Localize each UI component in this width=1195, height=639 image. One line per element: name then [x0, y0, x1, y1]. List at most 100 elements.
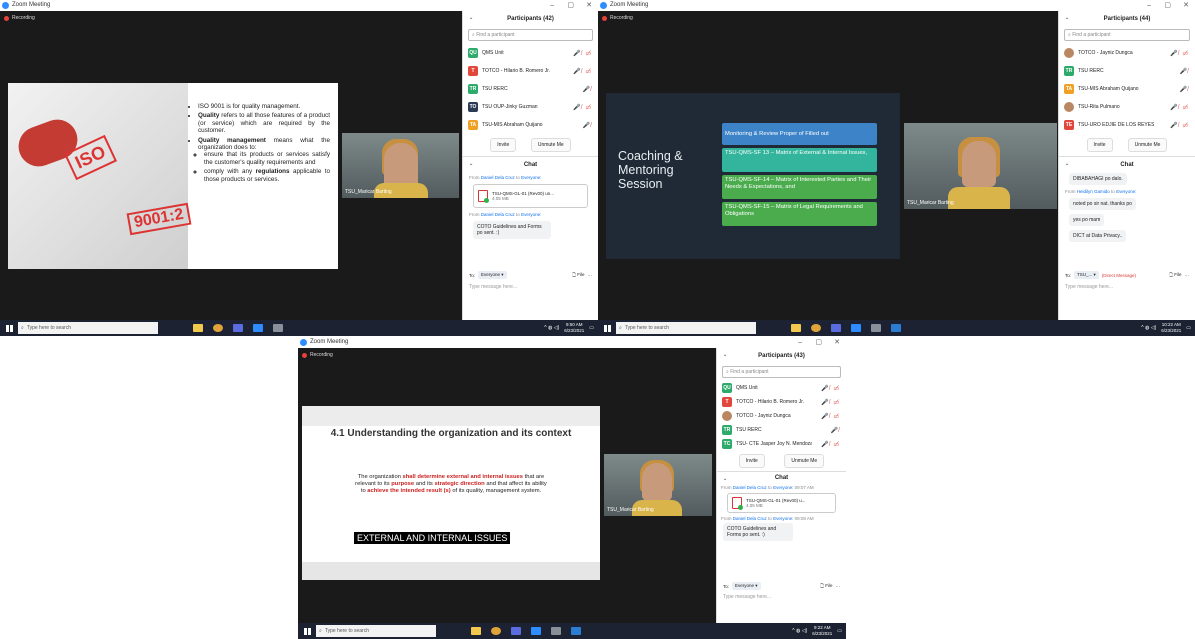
start-button[interactable]: [598, 320, 616, 336]
participant-row[interactable]: TOTCO - Jayniz Dungca 🎤̸ ▭̸: [717, 409, 846, 423]
app-title: Zoom Meeting: [610, 2, 649, 8]
muted-mic-icon: 🎤̸: [1179, 86, 1189, 93]
teams-icon[interactable]: [511, 627, 521, 635]
maximize-button[interactable]: ▢: [815, 337, 822, 348]
zoom-taskbar-icon[interactable]: [253, 324, 263, 332]
start-button[interactable]: [298, 623, 316, 639]
slide-bullets: ISO 9001 is for quality management. Qual…: [192, 103, 330, 185]
minimize-button[interactable]: –: [798, 337, 802, 348]
video-stage: Recording 4.1 Understanding the organiza…: [298, 348, 716, 623]
chevron-down-icon[interactable]: ⌄: [1065, 161, 1069, 167]
participant-row[interactable]: TC TSU- CTE Jasper Joy N. Mendoza 🎤̸ ▭̸: [717, 437, 846, 451]
clock[interactable]: 9:22 AM 6/23/2021: [812, 625, 832, 637]
maximize-button[interactable]: ▢: [567, 0, 574, 11]
participant-row[interactable]: TE TSU-URO EDJIE DE LOS REYES 🎤̸ ▭̸: [1059, 116, 1195, 134]
message-input[interactable]: Type message here...: [469, 284, 517, 290]
participant-row[interactable]: TR TSU RERC 🎤̸: [717, 423, 846, 437]
taskbar-search[interactable]: ⌕ Type here to search: [18, 322, 158, 334]
sub-bullet: comply with any regulations applicable t…: [204, 168, 330, 183]
participant-video[interactable]: TSU_Maricar Barting: [904, 123, 1057, 209]
app-icon[interactable]: [871, 324, 881, 332]
chevron-down-icon[interactable]: ⌄: [469, 15, 473, 21]
notification-icon[interactable]: ▭: [837, 628, 842, 634]
participant-video[interactable]: TSU_Maricar Barting: [342, 133, 459, 198]
invite-button[interactable]: Invite: [738, 454, 765, 468]
file-button[interactable]: 🗋 File: [820, 582, 832, 590]
tray-icons[interactable]: ^ ◍ ◁): [544, 325, 559, 331]
participant-row[interactable]: TR TSU RERC 🎤̸: [463, 80, 598, 98]
muted-mic-icon: 🎤̸ ▭̸: [1170, 104, 1189, 111]
taskbar-search[interactable]: ⌕ Type here to search: [316, 625, 436, 637]
chevron-down-icon[interactable]: ⌄: [1065, 15, 1069, 21]
close-button[interactable]: ✕: [1183, 0, 1189, 11]
participant-row[interactable]: QU QMS Unit 🎤̸ ▭̸: [717, 381, 846, 395]
unmute-me-button[interactable]: Unmute Me: [1127, 138, 1168, 152]
tray-icons[interactable]: ^ ◍ ◁): [792, 628, 807, 634]
recipient-select[interactable]: Everyone ▾: [732, 582, 761, 590]
more-button[interactable]: ···: [588, 273, 593, 278]
video-name-label: TSU_Maricar Barting: [907, 200, 954, 206]
unmute-me-button[interactable]: Unmute Me: [784, 454, 825, 468]
maximize-button[interactable]: ▢: [1164, 0, 1171, 11]
invite-button[interactable]: Invite: [1086, 138, 1113, 152]
word-icon[interactable]: [571, 627, 581, 635]
muted-mic-icon: 🎤̸ ▭̸: [821, 399, 840, 406]
notification-icon[interactable]: ▭: [1186, 325, 1191, 331]
file-button[interactable]: 🗋 File: [572, 271, 584, 279]
chrome-icon[interactable]: [811, 324, 821, 332]
unmute-me-button[interactable]: Unmute Me: [530, 138, 571, 152]
file-attachment[interactable]: TSU-QMS-GL-01 (Rev00) u... 4.05 MB: [727, 493, 836, 513]
participant-row[interactable]: TSU-Rita Pulmano 🎤̸ ▭̸: [1059, 98, 1195, 116]
side-panel: ⌄ Participants (43) ⌕ Find a participant…: [716, 348, 846, 623]
close-button[interactable]: ✕: [834, 337, 840, 348]
slide-title: Coaching & Mentoring Session: [618, 149, 683, 191]
more-button[interactable]: ···: [1185, 273, 1190, 278]
file-explorer-icon[interactable]: [471, 627, 481, 635]
taskbar-search[interactable]: ⌕ Type here to search: [616, 322, 756, 334]
message-input[interactable]: Type message here...: [1065, 284, 1113, 290]
participant-row[interactable]: TOTCO - Jayniz Dungca 🎤̸ ▭̸: [1059, 44, 1195, 62]
notification-icon[interactable]: ▭: [589, 325, 594, 331]
minimize-button[interactable]: –: [550, 0, 554, 11]
participant-video[interactable]: TSU_Maricar Barting: [604, 454, 712, 516]
chevron-down-icon[interactable]: ⌄: [723, 476, 727, 482]
zoom-taskbar-icon[interactable]: [531, 627, 541, 635]
find-participant-input[interactable]: ⌕ Find a participant: [468, 29, 593, 41]
teams-icon[interactable]: [233, 324, 243, 332]
participant-row[interactable]: TA TSU-MIS Abraham Quijano 🎤̸: [463, 116, 598, 134]
chrome-icon[interactable]: [491, 627, 501, 635]
participant-row[interactable]: TR TSU RERC 🎤̸: [1059, 62, 1195, 80]
chevron-down-icon[interactable]: ⌄: [469, 161, 473, 167]
invite-button[interactable]: Invite: [490, 138, 517, 152]
start-button[interactable]: [0, 320, 18, 336]
participant-row[interactable]: T TOTCO - Hilario B. Romero Jr. 🎤̸ ▭̸: [717, 395, 846, 409]
zoom-taskbar-icon[interactable]: [851, 324, 861, 332]
participant-row[interactable]: T TOTCO - Hilario B. Romero Jr. 🎤̸ ▭̸: [463, 62, 598, 80]
recording-label: Recording: [610, 15, 633, 21]
file-explorer-icon[interactable]: [193, 324, 203, 332]
word-icon[interactable]: [891, 324, 901, 332]
participant-row[interactable]: TA TSU-MIS Abraham Quijano 🎤̸: [1059, 80, 1195, 98]
teams-icon[interactable]: [831, 324, 841, 332]
recipient-select[interactable]: TSU_... ▾: [1074, 271, 1099, 279]
tray-icons[interactable]: ^ ◍ ◁): [1141, 325, 1156, 331]
message-input[interactable]: Type message here...: [723, 594, 771, 600]
file-button[interactable]: 🗋 File: [1169, 271, 1181, 279]
find-participant-input[interactable]: ⌕ Find a participant: [722, 366, 841, 378]
pdf-file-icon: [732, 497, 743, 510]
app-icon[interactable]: [273, 324, 283, 332]
clock[interactable]: 9:50 AM 6/23/2021: [564, 322, 584, 334]
chrome-icon[interactable]: [213, 324, 223, 332]
clock[interactable]: 10:22 AM 6/23/2021: [1161, 322, 1181, 334]
find-participant-input[interactable]: ⌕ Find a participant: [1064, 29, 1190, 41]
chevron-down-icon[interactable]: ⌄: [723, 352, 727, 358]
app-icon[interactable]: [551, 627, 561, 635]
participant-row[interactable]: QU QMS Unit 🎤̸ ▭̸: [463, 44, 598, 62]
recipient-select[interactable]: Everyone ▾: [478, 271, 507, 279]
participant-row[interactable]: TO TSU OUP-Jinky Guzman 🎤̸ ▭̸: [463, 98, 598, 116]
close-button[interactable]: ✕: [586, 0, 592, 11]
file-explorer-icon[interactable]: [791, 324, 801, 332]
minimize-button[interactable]: –: [1147, 0, 1151, 11]
file-attachment[interactable]: TSU-QMS-GL-01 (Rev00) un... 4.05 MB: [473, 184, 588, 208]
more-button[interactable]: ···: [836, 584, 841, 589]
